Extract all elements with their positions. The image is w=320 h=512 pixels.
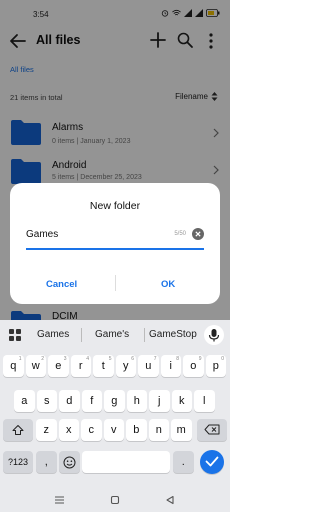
key-a[interactable]: a xyxy=(14,390,35,412)
menu-icon[interactable] xyxy=(54,495,65,505)
clear-icon[interactable] xyxy=(192,228,204,240)
period-key[interactable]: . xyxy=(173,451,194,473)
key-c[interactable]: c xyxy=(81,419,102,441)
space-key[interactable] xyxy=(82,451,170,473)
key-e[interactable]: e3 xyxy=(48,355,69,377)
ok-button[interactable]: OK xyxy=(161,279,175,290)
key-hint: 6 xyxy=(131,356,134,362)
key-w[interactable]: w2 xyxy=(25,355,46,377)
suggestion-divider xyxy=(144,328,145,342)
key-g[interactable]: g xyxy=(104,390,125,412)
shift-icon xyxy=(12,425,24,435)
checkmark-icon xyxy=(205,456,219,466)
character-counter: 5/50 xyxy=(174,231,186,237)
key-hint: 0 xyxy=(221,356,224,362)
key-v[interactable]: v xyxy=(103,419,124,441)
dialog-title: New folder xyxy=(89,200,141,212)
key-b[interactable]: b xyxy=(126,419,147,441)
microphone-icon xyxy=(208,329,220,342)
backspace-key[interactable] xyxy=(197,419,227,441)
key-h[interactable]: h xyxy=(126,390,147,412)
folder-name-input[interactable]: Games xyxy=(26,229,58,240)
key-x[interactable]: x xyxy=(58,419,79,441)
suggestion-divider xyxy=(81,328,82,342)
key-z[interactable]: z xyxy=(36,419,57,441)
key-j[interactable]: j xyxy=(149,390,170,412)
backspace-icon xyxy=(204,424,220,435)
key-hint: 5 xyxy=(108,356,112,362)
symbols-key[interactable]: ?123 xyxy=(3,451,33,473)
key-hint: 7 xyxy=(153,356,157,362)
suggestion-item[interactable]: Game's xyxy=(95,329,129,340)
key-l[interactable]: l xyxy=(194,390,215,412)
key-s[interactable]: s xyxy=(36,390,57,412)
suggestion-item[interactable]: Games xyxy=(37,329,69,340)
key-hint: 8 xyxy=(176,356,179,362)
suggestion-item[interactable]: GameStop xyxy=(149,329,197,340)
key-k[interactable]: k xyxy=(171,390,192,412)
key-f[interactable]: f xyxy=(81,390,102,412)
key-p[interactable]: p0 xyxy=(205,355,226,377)
key-hint: 3 xyxy=(63,356,67,362)
key-q[interactable]: q1 xyxy=(3,355,24,377)
key-i[interactable]: i8 xyxy=(160,355,181,377)
microphone-button[interactable] xyxy=(204,325,224,345)
key-m[interactable]: m xyxy=(171,419,192,441)
emoji-icon xyxy=(63,456,76,468)
key-hint: 4 xyxy=(86,356,89,362)
keyboard: Games Game's GameStop q1w2e3r4t5y6u7i8o9… xyxy=(0,320,230,488)
input-underline xyxy=(26,248,204,250)
home-icon[interactable] xyxy=(110,495,120,505)
key-r[interactable]: r4 xyxy=(70,355,91,377)
key-hint: 1 xyxy=(18,356,22,362)
key-d[interactable]: d xyxy=(59,390,80,412)
enter-key[interactable] xyxy=(200,450,224,474)
emoji-key[interactable] xyxy=(59,451,80,473)
key-t[interactable]: t5 xyxy=(93,355,114,377)
comma-key[interactable]: , xyxy=(36,451,57,473)
key-hint: 9 xyxy=(198,356,202,362)
key-y[interactable]: y6 xyxy=(115,355,136,377)
button-divider xyxy=(115,275,116,291)
key-o[interactable]: o9 xyxy=(183,355,204,377)
suggestion-bar: Games Game's GameStop xyxy=(0,320,230,350)
apps-grid-icon[interactable] xyxy=(8,328,22,342)
cancel-button[interactable]: Cancel xyxy=(46,279,77,290)
shift-key[interactable] xyxy=(3,419,33,441)
navigation-bar xyxy=(0,488,230,512)
key-u[interactable]: u7 xyxy=(138,355,159,377)
new-folder-dialog: New folder Games 5/50 Cancel OK xyxy=(10,183,220,304)
key-hint: 2 xyxy=(41,356,44,362)
back-icon[interactable] xyxy=(165,495,175,505)
key-n[interactable]: n xyxy=(148,419,169,441)
